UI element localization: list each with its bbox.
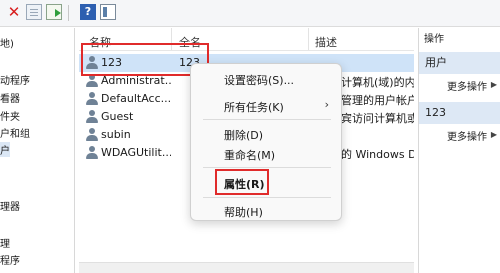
help-icon[interactable]: ? [80, 4, 96, 20]
user-icon [85, 128, 99, 142]
cell-name: Guest [101, 110, 134, 123]
user-icon [85, 56, 99, 70]
tree-item[interactable]: 动程序 [0, 72, 30, 87]
menu-separator [203, 167, 331, 168]
actions-pane: 操作 用户 更多操作 ▶ 123 更多操作 ▶ [418, 28, 500, 273]
cell-description: 宾访问计算机或 [341, 112, 414, 125]
user-icon [85, 110, 99, 124]
menu-item-all-tasks[interactable]: 所有任务(K) [224, 99, 284, 115]
column-divider[interactable] [308, 28, 309, 50]
tree-item-users[interactable]: 户 [0, 142, 10, 157]
user-icon [85, 74, 99, 88]
chevron-right-icon: › [324, 98, 329, 111]
cell-description: 管理的用户帐户 [341, 94, 414, 107]
column-header-name[interactable]: 名称 [89, 34, 111, 50]
export-list-icon[interactable] [46, 4, 62, 20]
show-hide-pane-icon[interactable] [100, 4, 116, 20]
column-divider[interactable] [171, 28, 172, 50]
toolbar-separator [68, 5, 69, 21]
menu-item-set-password[interactable]: 设置密码(S)... [224, 72, 294, 88]
cell-description: 计算机(域)的内 [341, 76, 414, 89]
cell-description: 的 Windows D [341, 148, 414, 161]
actions-section-users[interactable]: 用户 [419, 52, 500, 74]
triangle-right-icon: ▶ [490, 80, 497, 89]
section-title: 123 [425, 106, 446, 119]
more-actions-link[interactable]: 更多操作 [447, 128, 487, 143]
column-header-full-name[interactable]: 全名 [179, 34, 201, 50]
tree-item[interactable]: 理器 [0, 198, 20, 213]
column-header-description[interactable]: 描述 [315, 34, 337, 50]
tree-item[interactable]: 理 [0, 235, 10, 250]
horizontal-scrollbar[interactable] [79, 262, 414, 273]
navigation-tree: 地) 动程序 看器 件夹 户和组 户 理器 理 程序 [0, 28, 75, 273]
context-menu: 设置密码(S)... 所有任务(K) › 删除(D) 重命名(M) 属性(R) … [190, 63, 342, 221]
menu-item-help[interactable]: 帮助(H) [224, 204, 263, 220]
menu-item-properties[interactable]: 属性(R) [224, 176, 265, 192]
cell-name: Administrat... [101, 74, 171, 87]
menu-item-delete[interactable]: 删除(D) [224, 127, 263, 143]
cell-name: 123 [101, 56, 122, 69]
actions-header: 操作 [419, 30, 500, 50]
cell-name: WDAGUtilit... [101, 146, 171, 159]
header-divider [79, 50, 414, 51]
menu-separator [203, 119, 331, 120]
tree-item[interactable]: 看器 [0, 90, 20, 105]
cell-name: subin [101, 128, 131, 141]
delete-icon[interactable]: ✕ [6, 4, 22, 20]
properties-icon[interactable] [26, 4, 42, 20]
triangle-right-icon: ▶ [490, 130, 497, 139]
cell-name: DefaultAcc... [101, 92, 171, 105]
section-title: 用户 [425, 56, 447, 69]
tree-item[interactable]: 程序 [0, 252, 20, 267]
tree-item[interactable]: 户和组 [0, 125, 30, 140]
user-icon [85, 146, 99, 160]
more-actions-link[interactable]: 更多操作 [447, 78, 487, 93]
user-icon [85, 92, 99, 106]
tree-item[interactable]: 地) [0, 35, 14, 50]
toolbar: ✕ ? [0, 0, 500, 27]
actions-section-user-123[interactable]: 123 [419, 102, 500, 124]
menu-item-rename[interactable]: 重命名(M) [224, 147, 275, 163]
menu-separator [203, 197, 331, 198]
tree-item[interactable]: 件夹 [0, 108, 20, 123]
